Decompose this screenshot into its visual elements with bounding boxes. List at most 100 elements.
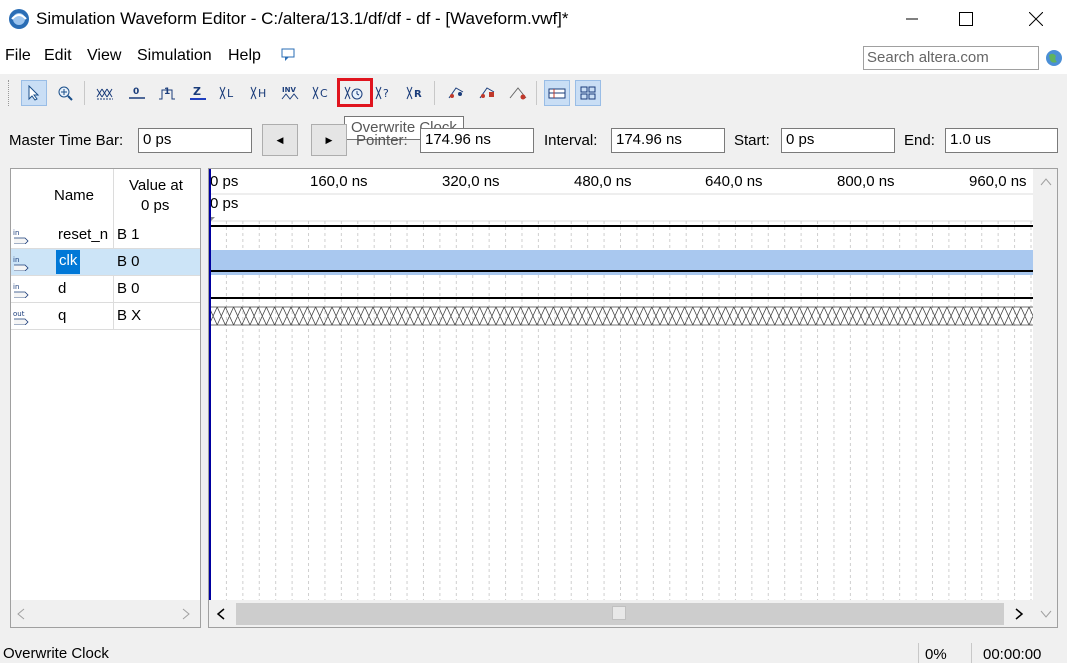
- vertical-scrollbar[interactable]: [1033, 169, 1057, 627]
- menu-view[interactable]: View: [87, 47, 121, 65]
- status-progress: 0%: [925, 646, 947, 663]
- scroll-right-icon[interactable]: [1014, 608, 1024, 620]
- zoom-icon: [58, 86, 73, 101]
- highlight-box: [337, 78, 373, 107]
- minimize-button[interactable]: [889, 0, 935, 38]
- arbitrary-value-button[interactable]: ?: [372, 80, 398, 106]
- pointer-label: Pointer:: [356, 132, 408, 149]
- sort-button[interactable]: [505, 80, 531, 106]
- scroll-down-icon[interactable]: [1040, 609, 1052, 619]
- left-horizontal-scrollbar[interactable]: [11, 600, 200, 627]
- maximize-button[interactable]: [943, 0, 989, 38]
- grid-icon: [548, 88, 566, 99]
- svg-text:out: out: [13, 310, 25, 318]
- weak-high-icon: H: [250, 86, 266, 100]
- signal-value: B 1: [117, 226, 140, 243]
- group-button[interactable]: [474, 80, 500, 106]
- scroll-up-icon[interactable]: [1040, 177, 1052, 187]
- next-transition-button[interactable]: ▶: [311, 124, 347, 156]
- status-bar: [0, 641, 1067, 663]
- forcing-high-icon: 1: [159, 87, 175, 100]
- close-icon: [1029, 12, 1043, 26]
- search-input[interactable]: Search altera.com: [863, 46, 1039, 70]
- globe-icon[interactable]: [1045, 49, 1063, 67]
- signal-name: d: [58, 280, 67, 297]
- toolbar-separator: [84, 81, 85, 105]
- scroll-left-icon[interactable]: [216, 608, 226, 620]
- svg-text:1: 1: [164, 87, 170, 97]
- waveform-q: [209, 306, 1033, 326]
- svg-text:0: 0: [133, 87, 139, 97]
- signal-name: q: [58, 307, 67, 324]
- menu-edit[interactable]: Edit: [44, 47, 72, 65]
- interval-label: Interval:: [544, 132, 598, 149]
- waveform-canvas[interactable]: [209, 169, 1033, 600]
- svg-text:INV: INV: [282, 86, 296, 94]
- input-pin-icon: in: [13, 256, 29, 271]
- invert-icon: INV: [281, 86, 299, 100]
- svg-text:in: in: [13, 256, 19, 264]
- signal-name: clk: [56, 250, 81, 274]
- end-field: 1.0 us: [945, 128, 1058, 153]
- value-column-header-line2: 0 ps: [141, 197, 170, 214]
- high-impedance-button[interactable]: Z: [185, 80, 211, 106]
- count-value-button[interactable]: C: [309, 80, 335, 106]
- interval-field: 174.96 ns: [611, 128, 725, 153]
- svg-text:Z: Z: [193, 85, 201, 98]
- signal-value: B X: [117, 307, 142, 324]
- minimize-icon: [906, 18, 918, 20]
- group-icon: [479, 87, 495, 99]
- toolbar-separator: [536, 81, 537, 105]
- compact-view-button[interactable]: [575, 80, 601, 106]
- name-column-header[interactable]: Name: [54, 187, 94, 204]
- menu-file[interactable]: File: [5, 47, 31, 65]
- weak-low-icon: L: [219, 86, 234, 100]
- master-time-bar-label: Master Time Bar:: [9, 132, 124, 149]
- feedback-icon[interactable]: [281, 48, 295, 62]
- grid-view-button[interactable]: [544, 80, 570, 106]
- zoom-tool-button[interactable]: [52, 80, 78, 106]
- svg-text:H: H: [258, 87, 266, 100]
- compact-icon: [580, 86, 596, 100]
- signal-row-selected[interactable]: in clk B 0: [11, 249, 200, 276]
- end-label: End:: [904, 132, 935, 149]
- arbitrary-value-icon: ?: [375, 86, 389, 100]
- random-values-icon: R: [406, 86, 422, 100]
- random-values-button[interactable]: R: [403, 80, 429, 106]
- snap-grid-icon: [448, 87, 464, 99]
- forcing-low-button[interactable]: 0: [124, 80, 150, 106]
- status-divider: [971, 643, 972, 663]
- prev-transition-button[interactable]: ◀: [262, 124, 298, 156]
- signal-row[interactable]: in reset_n B 1: [11, 222, 200, 249]
- forcing-high-button[interactable]: 1: [154, 80, 180, 106]
- menu-simulation[interactable]: Simulation: [137, 47, 212, 65]
- toolbar-grip: [8, 80, 11, 106]
- signal-value: B 0: [117, 253, 140, 270]
- snap-to-grid-button[interactable]: [443, 80, 469, 106]
- signal-row[interactable]: out q B X: [11, 303, 200, 330]
- arrow-left-icon: ◀: [276, 134, 284, 145]
- value-column-header-line1[interactable]: Value at: [129, 177, 183, 194]
- signal-row[interactable]: in d B 0: [11, 276, 200, 303]
- status-message: Overwrite Clock: [3, 645, 109, 662]
- cursor-icon: [28, 85, 40, 101]
- start-label: Start:: [734, 132, 770, 149]
- weak-high-button[interactable]: H: [247, 80, 273, 106]
- scroll-right-icon[interactable]: [181, 608, 191, 620]
- close-button[interactable]: [1013, 0, 1059, 38]
- scroll-left-icon[interactable]: [16, 608, 26, 620]
- invert-button[interactable]: INV: [278, 80, 304, 106]
- scroll-thumb-grip: [612, 606, 626, 620]
- weak-low-button[interactable]: L: [216, 80, 242, 106]
- sort-icon: [509, 87, 527, 100]
- svg-text:L: L: [227, 87, 234, 100]
- svg-text:R: R: [414, 89, 422, 100]
- selection-tool-button[interactable]: [21, 80, 47, 106]
- svg-text:?: ?: [383, 87, 389, 100]
- toolbar-separator: [434, 81, 435, 105]
- master-time-bar-field[interactable]: 0 ps: [138, 128, 252, 153]
- menu-help[interactable]: Help: [228, 47, 261, 65]
- forcing-unknown-button[interactable]: [92, 80, 118, 106]
- forcing-unknown-icon: [96, 88, 113, 100]
- svg-text:C: C: [320, 87, 328, 100]
